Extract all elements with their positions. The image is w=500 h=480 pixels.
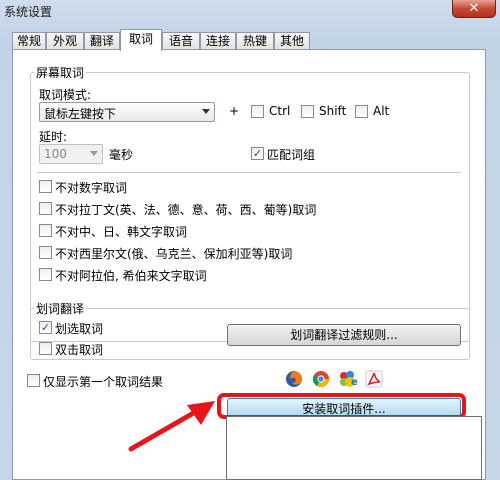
alt-checkbox[interactable] [355,105,368,118]
option-no-cyrillic-checkbox[interactable] [39,246,52,259]
mode-select-value: 鼠标左键按下 [44,107,117,121]
tab-hotkeys[interactable]: 热键 [236,32,274,50]
delay-select[interactable]: 100 [39,144,103,164]
delay-select-value: 100 [44,147,67,161]
delay-label: 延时: [39,130,68,144]
ctrl-label: Ctrl [269,104,291,118]
ctrl-checkbox[interactable] [251,105,264,118]
match-phrase-checkbox[interactable]: ✓ [251,147,264,160]
settings-window: 系统设置 ✕ 常规 外观 翻译 取词 语音 连接 热键 其他 屏幕取词 取词模式… [0,0,500,480]
tab-voice[interactable]: 语音 [162,32,200,50]
close-button[interactable]: ✕ [452,0,496,18]
divider [37,172,461,173]
acrobat-icon [365,370,383,388]
select-pick-label: 划选取词 [55,322,104,336]
tab-appearance[interactable]: 外观 [46,32,84,50]
chrome-icon [312,370,330,388]
option-no-cjk-label: 不对中、日、韩文字取词 [55,225,188,239]
chevron-down-icon [202,109,210,114]
filter-rules-button[interactable]: 划词翻译过滤规则... [227,324,461,346]
option-no-latin-label: 不对拉丁文(英、法、德、意、荷、西、葡等)取词 [55,203,317,217]
close-icon: ✕ [468,1,480,16]
tab-connection[interactable]: 连接 [200,32,236,50]
delay-unit: 毫秒 [109,148,134,162]
screen-pick-group-title: 屏幕取词 [34,64,87,81]
only-first-result-label: 仅显示第一个取词结果 [43,375,164,389]
option-no-digits-label: 不对数字取词 [55,181,128,195]
option-no-latin-checkbox[interactable] [39,202,52,215]
chevron-down-icon [90,151,98,156]
firefox-icon [285,370,303,388]
window-title: 系统设置 [4,5,53,19]
plus-sign: + [229,104,240,118]
option-no-cjk-checkbox[interactable] [39,224,52,237]
alt-label: Alt [373,104,390,118]
plugin-dropdown-popup[interactable] [226,416,482,480]
double-click-label: 双击取词 [55,343,104,357]
double-click-checkbox[interactable] [39,342,52,355]
svg-text:e: e [351,377,358,388]
only-first-result-checkbox[interactable] [27,374,40,387]
title-bar: 系统设置 ✕ [0,0,500,26]
annotation-arrow-icon [128,401,215,452]
tab-translate[interactable]: 翻译 [84,32,120,50]
ie-maxthon-icon: e [338,370,358,388]
option-no-arabic-checkbox[interactable] [39,268,52,281]
tab-general[interactable]: 常规 [12,32,46,50]
option-no-arabic-label: 不对阿拉伯, 希伯来文字取词 [55,269,207,283]
match-phrase-label: 匹配词组 [267,148,316,162]
shift-checkbox[interactable] [301,105,314,118]
option-no-digits-checkbox[interactable] [39,180,52,193]
mode-select[interactable]: 鼠标左键按下 [39,102,215,122]
select-pick-checkbox[interactable]: ✓ [39,321,52,334]
option-no-cyrillic-label: 不对西里尔文(俄、乌克兰、保加利亚等)取词 [55,247,293,261]
selection-translate-group-title: 划词翻译 [34,300,87,317]
tab-other[interactable]: 其他 [274,32,310,50]
tab-word-pick[interactable]: 取词 [120,29,162,51]
mode-label: 取词模式: [39,88,92,102]
shift-label: Shift [319,104,347,118]
